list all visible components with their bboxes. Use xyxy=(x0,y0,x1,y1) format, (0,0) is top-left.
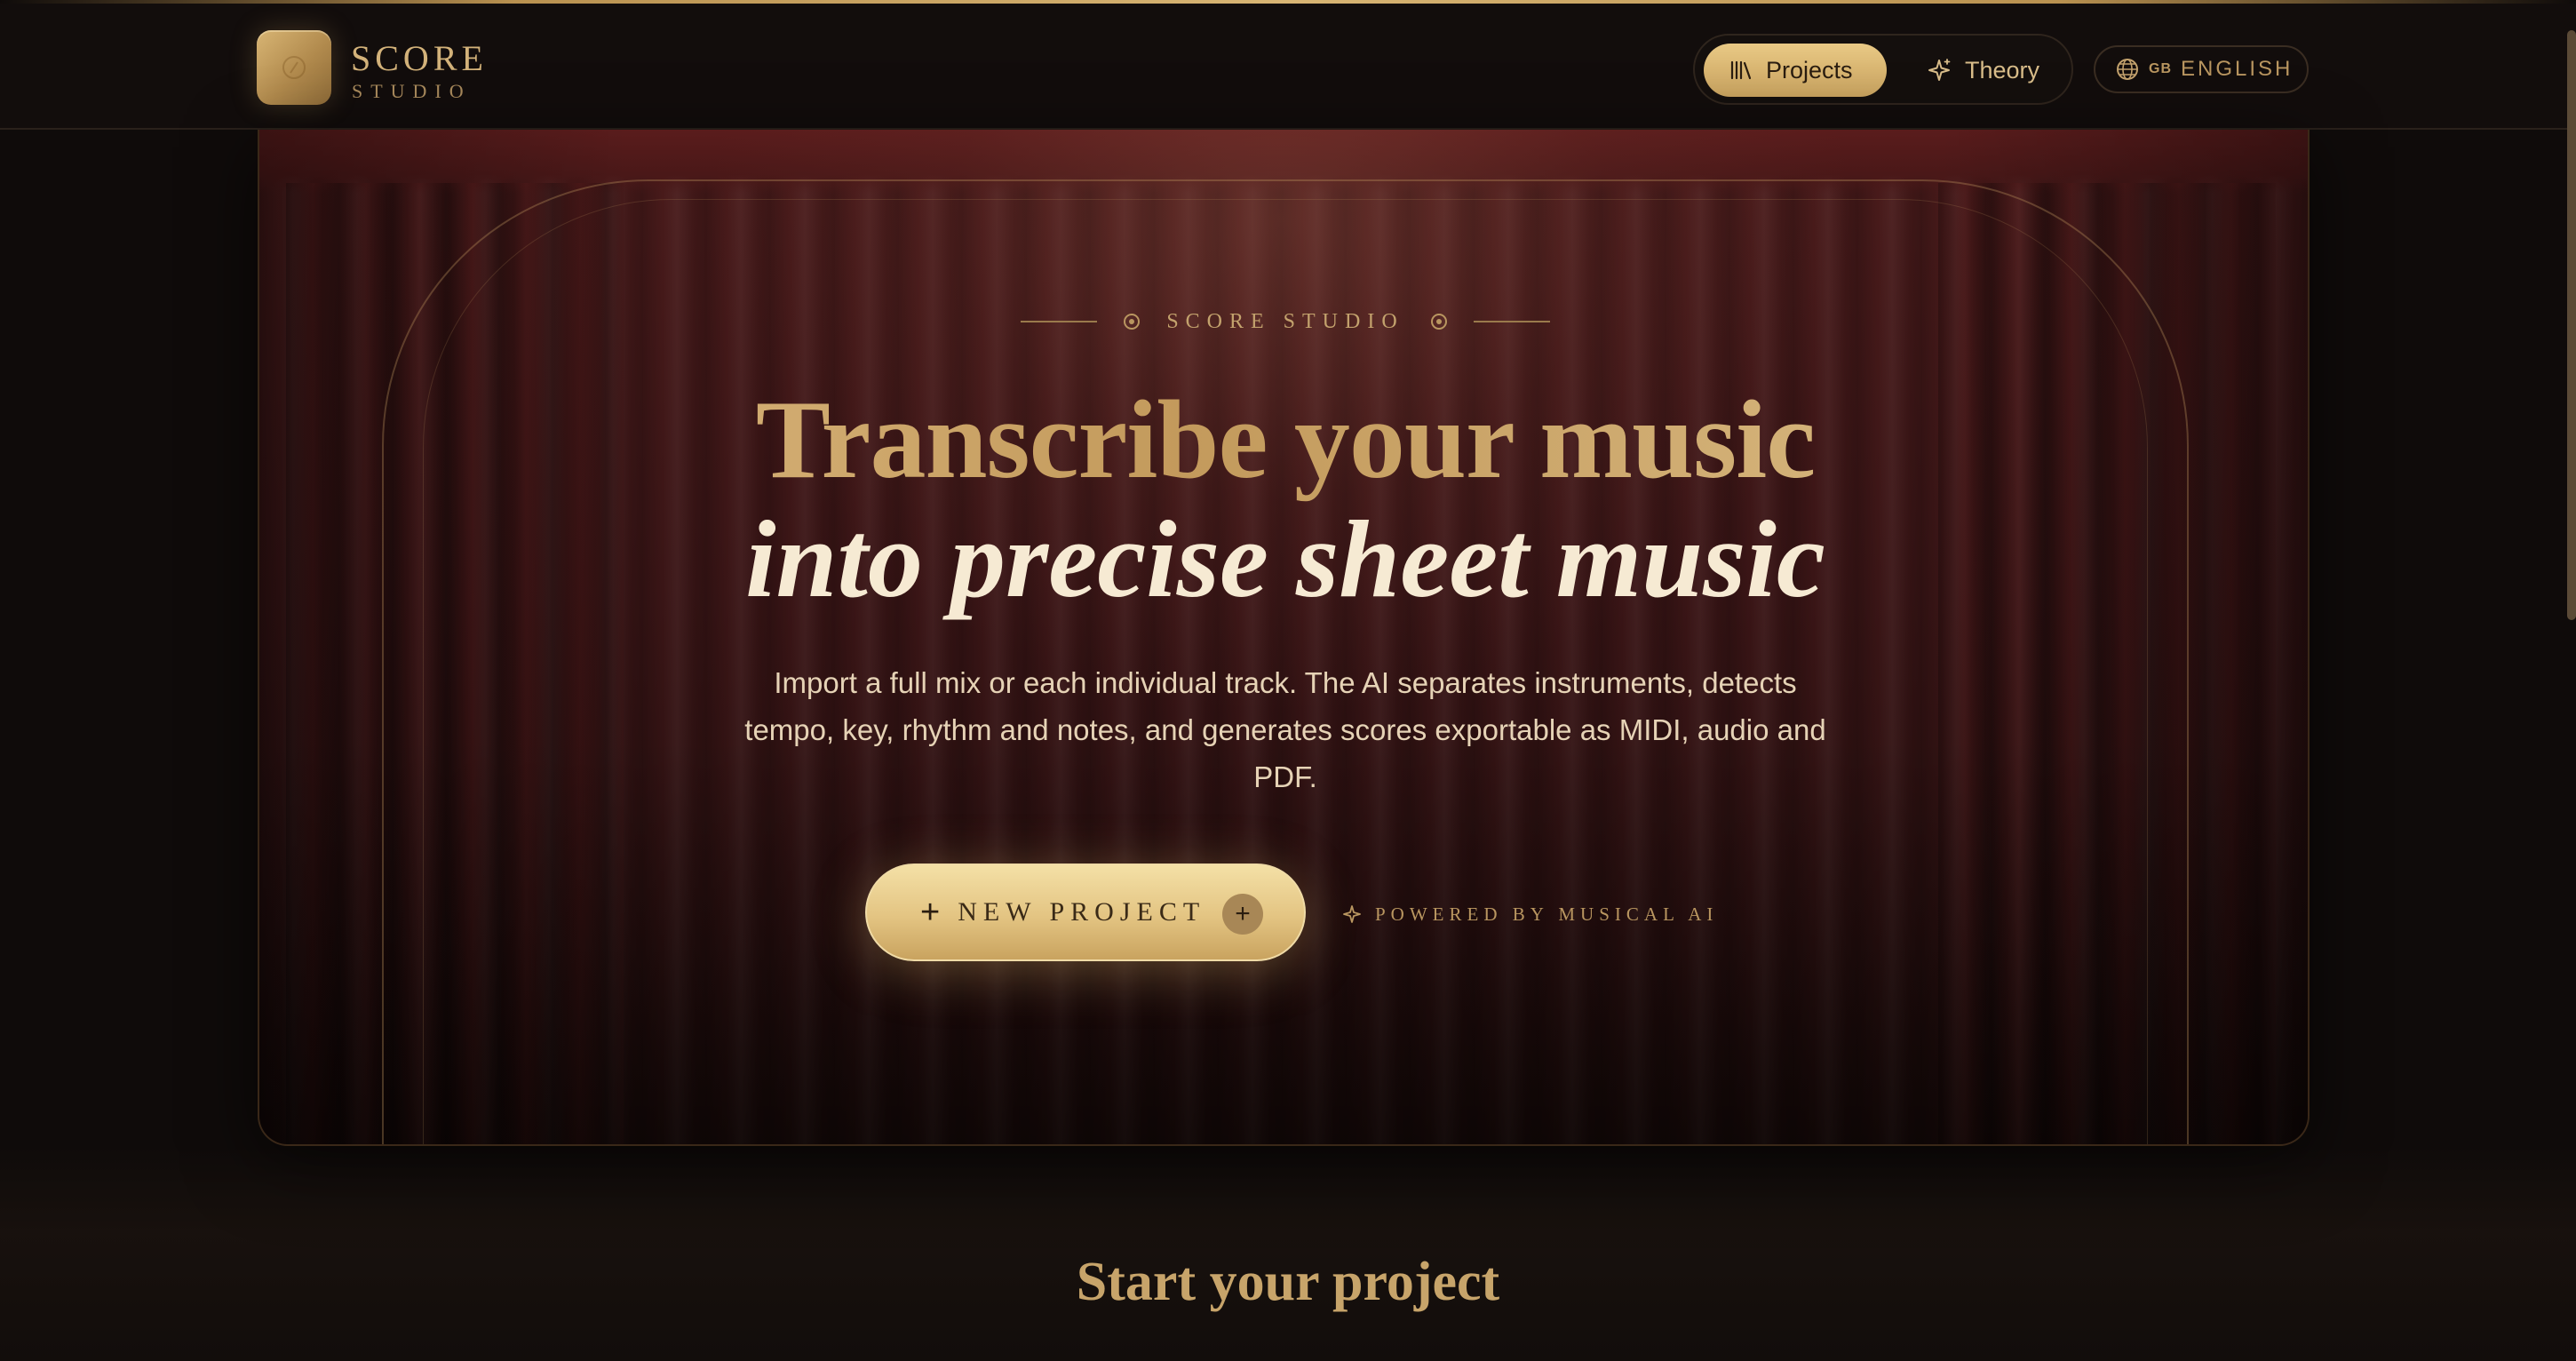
brand-title: SCORE xyxy=(351,38,488,78)
sparkle-icon xyxy=(1343,905,1361,923)
hero-title-line2: into precise sheet music xyxy=(745,498,1825,620)
divider-right xyxy=(1473,321,1550,322)
eyebrow-text: SCORE STUDIO xyxy=(1166,309,1404,333)
nav-theory-label: Theory xyxy=(1965,56,2040,84)
top-bar: SCORE STUDIO Projects Theory GB ENGLISH xyxy=(0,4,2576,130)
new-project-label: NEW PROJECT xyxy=(958,897,1206,927)
logo-icon[interactable] xyxy=(257,30,331,105)
powered-by-text: POWERED BY MUSICAL AI xyxy=(1375,903,1719,925)
language-label: ENGLISH xyxy=(2181,57,2294,81)
brand-subtitle: STUDIO xyxy=(352,80,472,102)
scrollbar-thumb[interactable] xyxy=(2567,30,2576,620)
new-project-button[interactable]: + NEW PROJECT + xyxy=(865,864,1306,961)
hero-eyebrow: SCORE STUDIO xyxy=(259,307,2308,336)
hero-title-line1: Transcribe your music xyxy=(259,378,2308,503)
sparkle-icon xyxy=(1928,59,1951,81)
plus-circle-icon: + xyxy=(1222,894,1263,935)
ornament-dot-icon xyxy=(1124,314,1141,330)
divider-left xyxy=(1021,321,1098,322)
library-books-icon xyxy=(1730,60,1752,80)
hero-section: SCORE STUDIO Transcribe your music into … xyxy=(258,130,2310,1146)
ornament-dot-icon xyxy=(1430,314,1447,330)
plus-icon: + xyxy=(920,893,941,931)
powered-by-badge: POWERED BY MUSICAL AI xyxy=(1341,899,1718,929)
globe-icon xyxy=(2117,59,2138,80)
nav-projects-label: Projects xyxy=(1766,56,1853,84)
hero-description: Import a full mix or each individual tra… xyxy=(744,666,1826,793)
start-project-heading: Start your project xyxy=(1076,1252,1500,1312)
nav-theory-button[interactable]: Theory xyxy=(1901,44,2068,97)
language-selector[interactable]: GB ENGLISH xyxy=(2094,45,2309,93)
language-flag: GB xyxy=(2149,61,2172,76)
main-nav: Projects Theory xyxy=(1693,34,2073,105)
score-studio-logo-icon xyxy=(282,56,306,79)
nav-projects-button[interactable]: Projects xyxy=(1704,44,1887,97)
